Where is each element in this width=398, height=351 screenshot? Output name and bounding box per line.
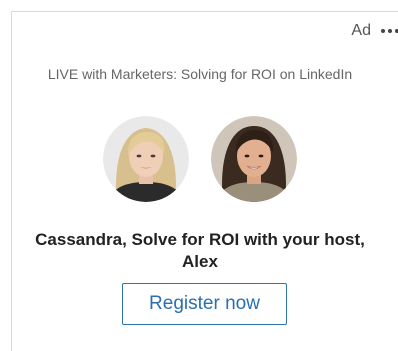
ad-headline: LIVE with Marketers: Solving for ROI on …: [47, 66, 353, 82]
ad-message: Cassandra, Solve for ROI with your host,…: [35, 230, 365, 271]
ad-label: Ad: [351, 22, 371, 39]
ad-card: Ad LIVE with Marketers: Solving for ROI …: [11, 11, 398, 351]
ad-header: Ad: [351, 22, 398, 40]
avatar-alex: [211, 116, 297, 202]
avatar-group: [12, 116, 388, 202]
avatar-cassandra: [103, 116, 189, 202]
more-options-icon[interactable]: [381, 27, 398, 35]
register-now-button[interactable]: Register now: [122, 283, 287, 325]
